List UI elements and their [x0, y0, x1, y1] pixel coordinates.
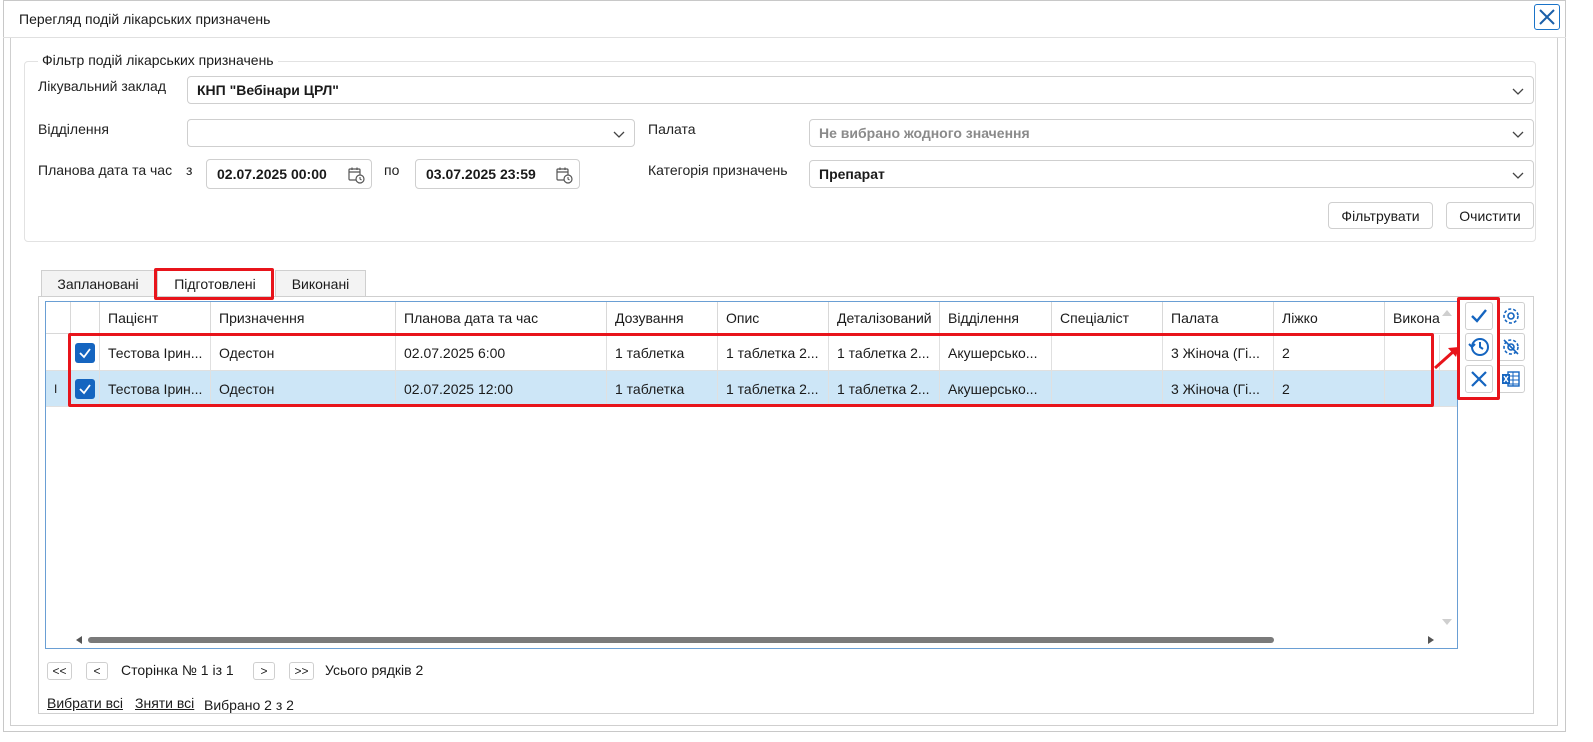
scroll-right-icon[interactable]	[1426, 635, 1436, 645]
last-page-button[interactable]: >>	[289, 662, 314, 680]
highlight-rows	[68, 333, 1434, 407]
department-select[interactable]	[187, 119, 635, 147]
settings-button[interactable]	[1497, 302, 1525, 330]
col-specialist[interactable]: Спеціаліст	[1052, 302, 1163, 334]
col-department[interactable]: Відділення	[940, 302, 1052, 334]
page-indicator: Сторінка № 1 із 1	[121, 662, 234, 678]
scroll-down-icon[interactable]	[1441, 617, 1453, 627]
grid-header: Пацієнт Призначення Планова дата та час …	[46, 302, 1457, 334]
chevron-down-icon	[1512, 131, 1524, 138]
deselect-all-link[interactable]: Зняти всі	[135, 695, 194, 711]
selected-count: Вибрано 2 з 2	[204, 697, 294, 713]
header-checkbox[interactable]	[71, 302, 100, 334]
col-patient[interactable]: Пацієнт	[100, 302, 211, 334]
col-description[interactable]: Опис	[718, 302, 829, 334]
calendar-clock-icon[interactable]	[555, 166, 573, 184]
col-dosage[interactable]: Дозування	[607, 302, 718, 334]
department-label: Відділення	[38, 121, 109, 137]
chevron-down-icon	[1512, 88, 1524, 95]
window-title: Перегляд подій лікарських призначень	[19, 11, 271, 27]
date-from-input[interactable]: 02.07.2025 00:00	[206, 159, 372, 189]
close-button[interactable]	[1534, 4, 1560, 30]
next-page-button[interactable]: >	[253, 662, 275, 680]
facility-label: Лікувальний заклад	[38, 78, 166, 94]
horizontal-scrollbar[interactable]	[46, 632, 1457, 648]
settings-icon	[1503, 308, 1519, 324]
highlight-tab	[154, 268, 274, 300]
highlight-actions	[1457, 297, 1500, 400]
settings-reset-icon	[1503, 339, 1519, 355]
close-icon	[1539, 9, 1555, 25]
scrollbar-thumb[interactable]	[88, 637, 1274, 643]
clear-button[interactable]: Очистити	[1446, 202, 1534, 229]
calendar-clock-icon[interactable]	[347, 166, 365, 184]
total-rows: Усього рядків 2	[325, 662, 424, 678]
filter-legend: Фільтр подій лікарських призначень	[38, 52, 278, 68]
to-label: по	[384, 162, 400, 178]
scroll-left-icon[interactable]	[74, 635, 84, 645]
facility-value: КНП "Вебінари ЦРЛ"	[197, 82, 339, 98]
category-label: Категорія призначень	[648, 162, 788, 178]
header-indicator	[46, 302, 71, 334]
filter-button[interactable]: Фільтрувати	[1328, 202, 1433, 229]
col-detailed[interactable]: Деталізований	[829, 302, 940, 334]
prev-page-button[interactable]: <	[86, 662, 108, 680]
facility-select[interactable]: КНП "Вебінари ЦРЛ"	[187, 76, 1534, 104]
col-prescription[interactable]: Призначення	[211, 302, 396, 334]
first-page-button[interactable]: <<	[47, 662, 72, 680]
chevron-down-icon	[1512, 172, 1524, 179]
excel-export-button[interactable]	[1497, 365, 1525, 393]
excel-export-icon	[1502, 371, 1520, 387]
col-planned-date[interactable]: Планова дата та час	[396, 302, 607, 334]
date-to-value: 03.07.2025 23:59	[426, 166, 536, 182]
from-label: з	[186, 162, 193, 178]
col-bed[interactable]: Ліжко	[1274, 302, 1385, 334]
select-all-link[interactable]: Вибрати всі	[47, 695, 123, 711]
ward-placeholder: Не вибрано жодного значення	[819, 125, 1030, 141]
col-executed[interactable]: Викона	[1385, 302, 1440, 334]
date-label: Планова дата та час	[38, 162, 173, 178]
category-value: Препарат	[819, 166, 885, 182]
col-ward[interactable]: Палата	[1163, 302, 1274, 334]
category-select[interactable]: Препарат	[809, 160, 1534, 188]
tab-completed[interactable]: Виконані	[275, 270, 366, 297]
ward-label: Палата	[648, 121, 696, 137]
annotation-arrow	[1433, 347, 1459, 370]
date-from-value: 02.07.2025 00:00	[217, 166, 327, 182]
scroll-up-icon[interactable]	[1441, 308, 1453, 318]
settings-reset-button[interactable]	[1497, 333, 1525, 361]
ward-select[interactable]: Не вибрано жодного значення	[809, 119, 1534, 147]
title-bar: Перегляд подій лікарських призначень	[3, 0, 1566, 38]
date-to-input[interactable]: 03.07.2025 23:59	[415, 159, 580, 189]
tab-planned[interactable]: Заплановані	[41, 270, 155, 297]
chevron-down-icon	[613, 131, 625, 138]
